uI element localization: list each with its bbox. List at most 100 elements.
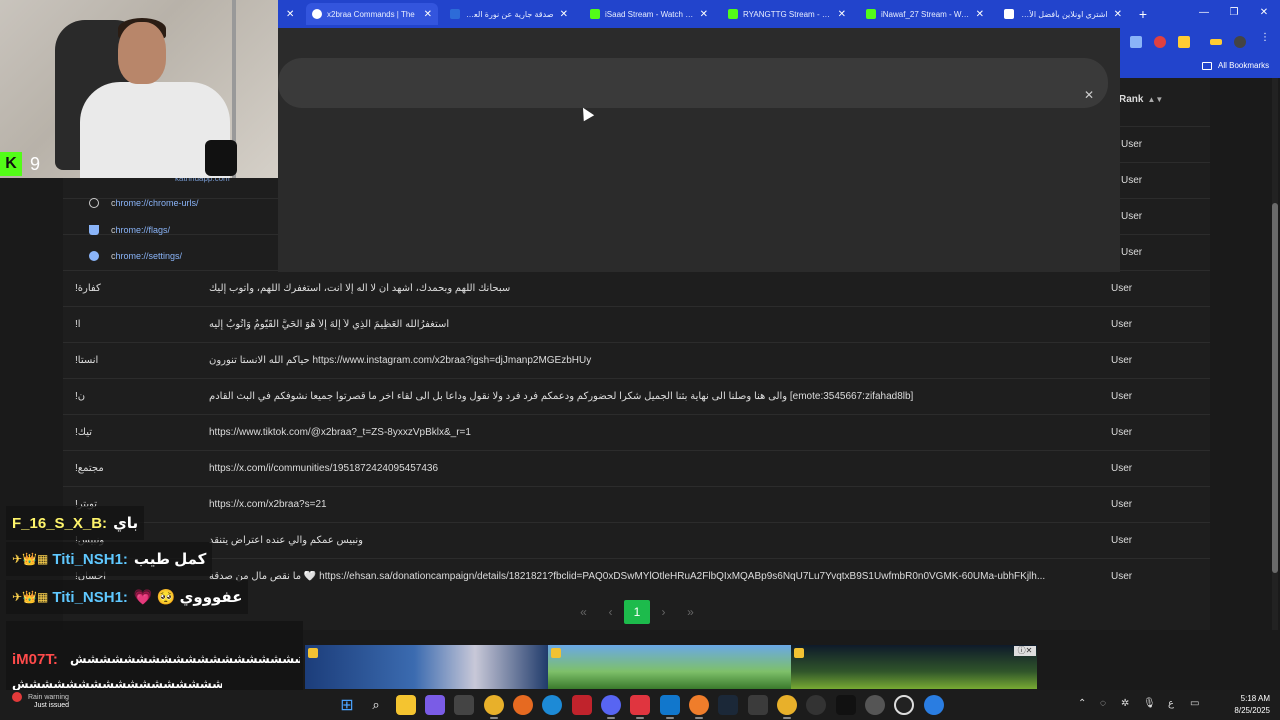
ad-close-button[interactable]: ⓘ✕ <box>1014 646 1036 656</box>
tab-close-icon[interactable]: ✕ <box>838 9 846 20</box>
tray-app-icon[interactable]: ◌ <box>1100 698 1106 709</box>
command-cell: !ن <box>75 391 86 402</box>
page-scrollbar[interactable] <box>1272 78 1278 630</box>
prev-page-button[interactable]: ‹ <box>597 600 624 624</box>
windows-taskbar: Rain warning Just issued ⊞ ⌕ ⌃ ◌ ✲ 🎙 ع ▭… <box>0 690 1280 720</box>
new-tab-button[interactable]: + <box>1134 5 1152 23</box>
rank-column-header[interactable]: Rank ▲▼ <box>1119 94 1163 105</box>
table-row[interactable]: !تيك https://www.tiktok.com/@x2braa?_t=Z… <box>63 414 1210 450</box>
extension-icon[interactable] <box>1178 36 1190 48</box>
search-icon[interactable]: ⌕ <box>366 695 386 715</box>
copilot-icon[interactable] <box>425 695 445 715</box>
table-row[interactable]: !تويتر https://x.com/x2braa?s=21 User <box>63 486 1210 522</box>
terminal-icon[interactable] <box>836 695 856 715</box>
scrollbar-thumb[interactable] <box>1272 203 1278 573</box>
screen: x2braa Commands | The ✕ صدقة جارية عن نو… <box>0 0 1280 720</box>
tab-close-icon[interactable]: ✕ <box>560 9 568 20</box>
file-explorer-icon[interactable] <box>396 695 416 715</box>
flask-icon <box>89 225 99 235</box>
suggestion-chrome-urls[interactable]: chrome://chrome-urls/ <box>89 190 199 216</box>
app-icon[interactable] <box>894 695 914 715</box>
tab-close-icon[interactable]: ✕ <box>286 9 294 20</box>
app-icon[interactable] <box>924 695 944 715</box>
all-bookmarks-button[interactable]: All Bookmarks <box>1202 61 1269 70</box>
command-cell: !ا <box>75 319 81 330</box>
tab-ryangttg-stream[interactable]: RYANGTTG Stream - Watc ✕ <box>722 3 852 25</box>
kick-favicon-icon <box>866 9 876 19</box>
tab-x2braa-commands[interactable]: x2braa Commands | The ✕ <box>306 3 438 25</box>
app-icon[interactable] <box>748 695 768 715</box>
rank-cell: User <box>1111 319 1133 330</box>
omnibox-input[interactable] <box>278 58 1108 108</box>
response-cell: ونبيس عمكم والي عنده اعتراض يتنقد <box>209 535 363 546</box>
tab-title: iNawaf_27 Stream - Watc <box>881 9 970 19</box>
table-row[interactable]: !ا أستغفرُاللّٰه العَظِيمَ الذِي لاَ إِل… <box>63 306 1210 342</box>
suggestion-text: hrome://flags/ <box>115 225 171 235</box>
app-icon[interactable] <box>660 695 680 719</box>
tab-close-icon[interactable]: ✕ <box>700 9 708 20</box>
tab-sadaqa[interactable]: صدقة جارية عن نورة العتي ✕ <box>444 3 574 25</box>
restore-button[interactable]: ❐ <box>1224 4 1244 22</box>
suggestion-flags[interactable]: chrome://flags/ <box>89 217 170 243</box>
tab-isaad-stream[interactable]: iSaad Stream - Watch Live ✕ <box>584 3 714 25</box>
chat-text: ششششششششششششششششششششششششششش <box>70 652 300 666</box>
extension-icon[interactable] <box>1154 36 1166 48</box>
ad-image[interactable] <box>548 645 791 689</box>
microphone-icon[interactable]: 🎙 <box>1143 698 1156 709</box>
next-page-button[interactable]: › <box>650 600 677 624</box>
last-page-button[interactable]: » <box>677 600 704 624</box>
ad-banner[interactable] <box>305 645 1037 689</box>
tab-amazon[interactable]: اشتري اونلاين بأفضل الأسع ✕ <box>998 3 1128 25</box>
chat-message: ✈👑▦ Titi_NSH1: 💗 🥺 عفوووي <box>6 580 249 614</box>
chrome-icon[interactable] <box>484 695 504 719</box>
close-window-button[interactable]: ✕ <box>1254 4 1274 22</box>
rank-cell: User <box>1111 463 1133 474</box>
response-cell: https://x.com/i/communities/195187242409… <box>209 463 439 474</box>
start-button-icon[interactable]: ⊞ <box>337 695 357 715</box>
ad-image[interactable] <box>305 645 548 689</box>
tab-close-partial[interactable]: ✕ <box>282 3 302 25</box>
omnibox-clear-icon[interactable]: ✕ <box>1084 88 1094 102</box>
ad-image[interactable] <box>791 645 1037 689</box>
tab-close-icon[interactable]: ✕ <box>1114 9 1122 20</box>
tab-title: صدقة جارية عن نورة العتي <box>465 9 554 19</box>
menu-icon[interactable]: ⋮ <box>1260 32 1272 44</box>
rank-cell: User <box>1111 499 1133 510</box>
response-cell: والى هنا وصلنا الى نهاية بثنا الجميل شكر… <box>209 391 914 402</box>
tray-app-icon[interactable]: ✲ <box>1121 698 1129 709</box>
table-row[interactable]: !ونبيس ونبيس عمكم والي عنده اعتراض يتنقد… <box>63 522 1210 558</box>
app-icon[interactable] <box>630 695 650 719</box>
chrome-icon[interactable] <box>777 695 797 719</box>
profile-avatar[interactable] <box>1234 36 1246 48</box>
kick-favicon-icon <box>590 9 600 19</box>
first-page-button[interactable]: « <box>570 600 597 624</box>
minimize-button[interactable]: — <box>1194 4 1214 22</box>
clock[interactable]: 5:18 AM 8/25/2025 <box>1198 693 1270 717</box>
edge-icon[interactable] <box>542 695 562 715</box>
steam-icon[interactable] <box>718 695 738 715</box>
settings-icon[interactable] <box>865 695 885 715</box>
obs-icon[interactable] <box>689 695 709 719</box>
github-icon[interactable] <box>806 695 826 715</box>
table-row[interactable]: !انستا حياكم الله الانستا تنورون https:/… <box>63 342 1210 378</box>
tab-inawaf-stream[interactable]: iNawaf_27 Stream - Watc ✕ <box>860 3 990 25</box>
clock-time: 5:18 AM <box>1240 694 1270 703</box>
tray-overflow-icon[interactable]: ⌃ <box>1078 698 1086 709</box>
suggestion-settings[interactable]: chrome://settings/ <box>89 243 182 269</box>
page-1-button[interactable]: 1 <box>624 600 650 624</box>
microphone <box>205 140 237 176</box>
table-row[interactable]: !ن والى هنا وصلنا الى نهاية بثنا الجميل … <box>63 378 1210 414</box>
weather-widget[interactable]: Rain warning Just issued <box>12 692 69 709</box>
tab-close-icon[interactable]: ✕ <box>976 9 984 20</box>
extension-icon[interactable] <box>1210 39 1222 45</box>
tab-close-icon[interactable]: ✕ <box>424 9 432 20</box>
firefox-icon[interactable] <box>513 695 533 715</box>
store-icon[interactable] <box>454 695 474 715</box>
language-indicator[interactable]: ع <box>1168 698 1174 709</box>
table-row[interactable]: !مجتمع https://x.com/i/communities/19518… <box>63 450 1210 486</box>
discord-icon[interactable] <box>601 695 621 719</box>
extension-icon[interactable] <box>1130 36 1142 48</box>
table-row[interactable]: !كفارة سبحانك اللهم وبحمدك، أشهد أن لا أ… <box>63 270 1210 306</box>
mcafee-icon[interactable] <box>572 695 592 715</box>
chat-text: كمل طيب <box>133 551 207 568</box>
